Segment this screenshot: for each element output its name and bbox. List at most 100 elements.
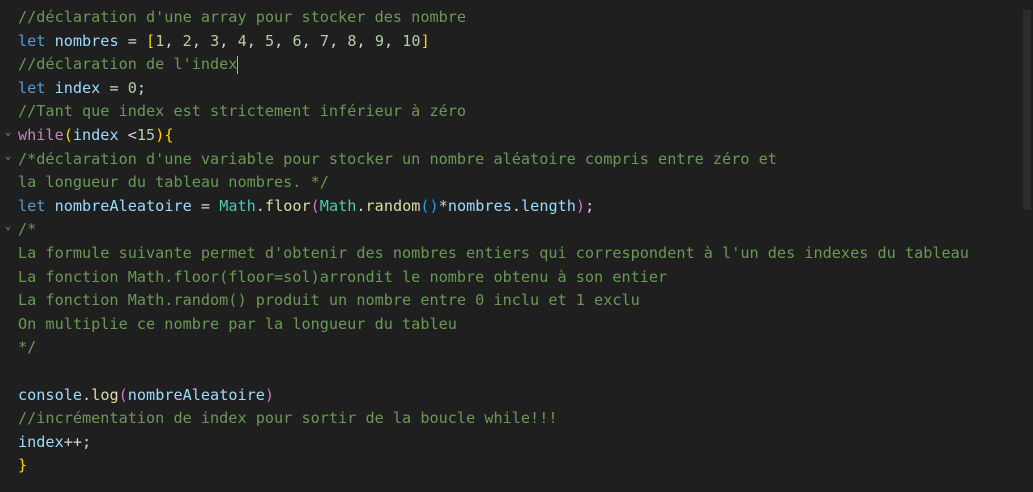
code-token-comment: La formule suivante permet d'obtenir des… bbox=[18, 244, 969, 262]
code-token-comment: //déclaration de l'index bbox=[18, 55, 238, 74]
code-token-comment: On multiplie ce nombre par la longueur d… bbox=[18, 314, 457, 333]
code-token-num: 9 bbox=[374, 31, 384, 50]
code-token-num: 15 bbox=[136, 126, 156, 144]
code-token-num: 6 bbox=[292, 31, 302, 50]
code-token-op: , bbox=[274, 31, 293, 50]
code-token-op: , bbox=[164, 31, 183, 50]
code-token-var: nombres bbox=[54, 31, 119, 50]
code-token-class: Math bbox=[319, 196, 357, 215]
code-editor[interactable]: //déclaration d'une array pour stocker d… bbox=[0, 0, 1033, 492]
code-token-var: nombreAleatoire bbox=[54, 196, 192, 215]
code-token-var: nombres bbox=[447, 196, 512, 215]
code-token-b1: ) bbox=[155, 126, 165, 144]
code-token-var: length bbox=[521, 196, 576, 215]
code-token-comment: /* bbox=[18, 220, 37, 239]
chevron-down-icon[interactable]: ⌄ bbox=[2, 120, 14, 144]
code-token-num: 8 bbox=[347, 31, 357, 50]
code-area[interactable]: //déclaration d'une array pour stocker d… bbox=[0, 0, 1021, 492]
code-token-comment: */ bbox=[18, 338, 37, 357]
chevron-down-icon[interactable]: ⌄ bbox=[2, 144, 14, 168]
code-token-op bbox=[45, 79, 54, 97]
code-token-comment: /*déclaration d'une variable pour stocke… bbox=[18, 149, 777, 168]
code-line[interactable]: La formule suivante permet d'obtenir des… bbox=[18, 242, 969, 266]
code-token-num: 2 bbox=[182, 31, 192, 50]
code-line[interactable]: while(index <15){ bbox=[18, 124, 174, 148]
code-token-op bbox=[45, 197, 54, 215]
code-line[interactable]: //déclaration d'une array pour stocker d… bbox=[18, 6, 466, 30]
code-token-comment: la longueur du tableau nombres. */ bbox=[18, 173, 329, 192]
code-line[interactable]: la longueur du tableau nombres. */ bbox=[18, 171, 329, 195]
code-line[interactable]: let index = 0; bbox=[18, 77, 146, 101]
code-token-op: , bbox=[191, 31, 211, 50]
code-token-fn: random bbox=[365, 196, 421, 215]
code-token-op: , bbox=[301, 31, 320, 50]
code-token-op: * bbox=[438, 196, 448, 215]
code-line[interactable]: } bbox=[18, 454, 27, 478]
code-line[interactable]: La fonction Math.floor(floor=sol)arrondi… bbox=[18, 266, 667, 290]
code-token-comment: La fonction Math.floor(floor=sol)arrondi… bbox=[18, 267, 668, 286]
code-token-b1: ( bbox=[63, 126, 73, 144]
code-line[interactable]: //incrémentation de index pour sortir de… bbox=[18, 407, 557, 431]
text-cursor bbox=[237, 55, 239, 74]
code-token-op bbox=[45, 32, 54, 50]
code-token-keyword: let bbox=[18, 196, 46, 215]
code-token-op: , bbox=[383, 31, 403, 50]
code-line[interactable]: /*déclaration d'une variable pour stocke… bbox=[18, 148, 777, 172]
code-line[interactable]: index++; bbox=[18, 431, 91, 455]
code-token-num: 3 bbox=[210, 31, 220, 50]
code-token-var: console bbox=[18, 385, 83, 404]
code-token-var: nombreAleatoire bbox=[127, 385, 265, 404]
code-token-num: 7 bbox=[319, 31, 330, 50]
code-token-op: = bbox=[191, 196, 220, 215]
code-token-op: ++; bbox=[63, 432, 92, 451]
code-token-op: , bbox=[246, 31, 266, 50]
code-token-b2: ) bbox=[264, 385, 275, 404]
code-token-op: , bbox=[329, 31, 348, 50]
code-token-op: . bbox=[356, 196, 366, 215]
code-token-keyword: let bbox=[18, 31, 46, 50]
vertical-scrollbar[interactable] bbox=[1021, 0, 1033, 492]
code-token-op: ; bbox=[136, 78, 147, 97]
code-token-op: = bbox=[118, 31, 147, 50]
code-token-op: ; bbox=[585, 196, 595, 215]
code-token-num: 10 bbox=[402, 31, 421, 50]
code-line[interactable]: /* bbox=[18, 218, 36, 242]
code-token-var: index bbox=[18, 432, 64, 451]
code-token-control: while bbox=[18, 126, 64, 144]
code-line[interactable]: La fonction Math.random() produit un nom… bbox=[18, 289, 640, 313]
code-line[interactable]: //déclaration de l'index bbox=[18, 53, 239, 77]
code-token-fn: log bbox=[91, 385, 119, 404]
code-token-op: = bbox=[100, 78, 128, 97]
chevron-down-icon[interactable]: ⌄ bbox=[2, 214, 14, 238]
code-line[interactable]: //Tant que index est strictement inférie… bbox=[18, 100, 466, 124]
code-token-comment: //déclaration d'une array pour stocker d… bbox=[18, 8, 467, 26]
code-token-num: 4 bbox=[237, 31, 247, 50]
code-token-class: Math bbox=[219, 196, 256, 215]
code-token-op: , bbox=[356, 31, 375, 50]
code-token-b2: ( bbox=[310, 196, 320, 215]
code-token-op: , bbox=[219, 31, 238, 50]
code-token-var: index bbox=[72, 126, 119, 144]
code-line[interactable]: console.log(nombreAleatoire) bbox=[18, 384, 274, 408]
code-token-comment: //incrémentation de index pour sortir de… bbox=[18, 409, 558, 428]
code-token-b3: () bbox=[420, 196, 439, 215]
code-line[interactable]: let nombres = [1, 2, 3, 4, 5, 6, 7, 8, 9… bbox=[18, 30, 430, 54]
scrollbar-thumb[interactable] bbox=[1023, 10, 1031, 210]
code-token-op: . bbox=[255, 196, 265, 215]
code-token-fn: floor bbox=[264, 196, 311, 215]
code-line[interactable]: */ bbox=[18, 336, 36, 360]
code-token-b1: { bbox=[164, 126, 174, 144]
code-token-op: . bbox=[82, 385, 92, 404]
code-token-comment: La fonction Math.random() produit un nom… bbox=[18, 291, 640, 310]
code-token-var: index bbox=[54, 78, 101, 97]
code-line[interactable]: let nombreAleatoire = Math.floor(Math.ra… bbox=[18, 195, 594, 219]
code-token-op: . bbox=[511, 196, 522, 215]
code-token-op: < bbox=[118, 126, 137, 144]
code-token-num: 5 bbox=[265, 31, 275, 50]
code-token-b2: ) bbox=[575, 196, 586, 215]
code-line[interactable]: On multiplie ce nombre par la longueur d… bbox=[18, 313, 457, 337]
code-token-b1: ] bbox=[420, 31, 430, 50]
code-token-num: 1 bbox=[155, 31, 165, 50]
code-token-num: 0 bbox=[127, 78, 137, 97]
code-token-b1: [ bbox=[146, 31, 156, 50]
